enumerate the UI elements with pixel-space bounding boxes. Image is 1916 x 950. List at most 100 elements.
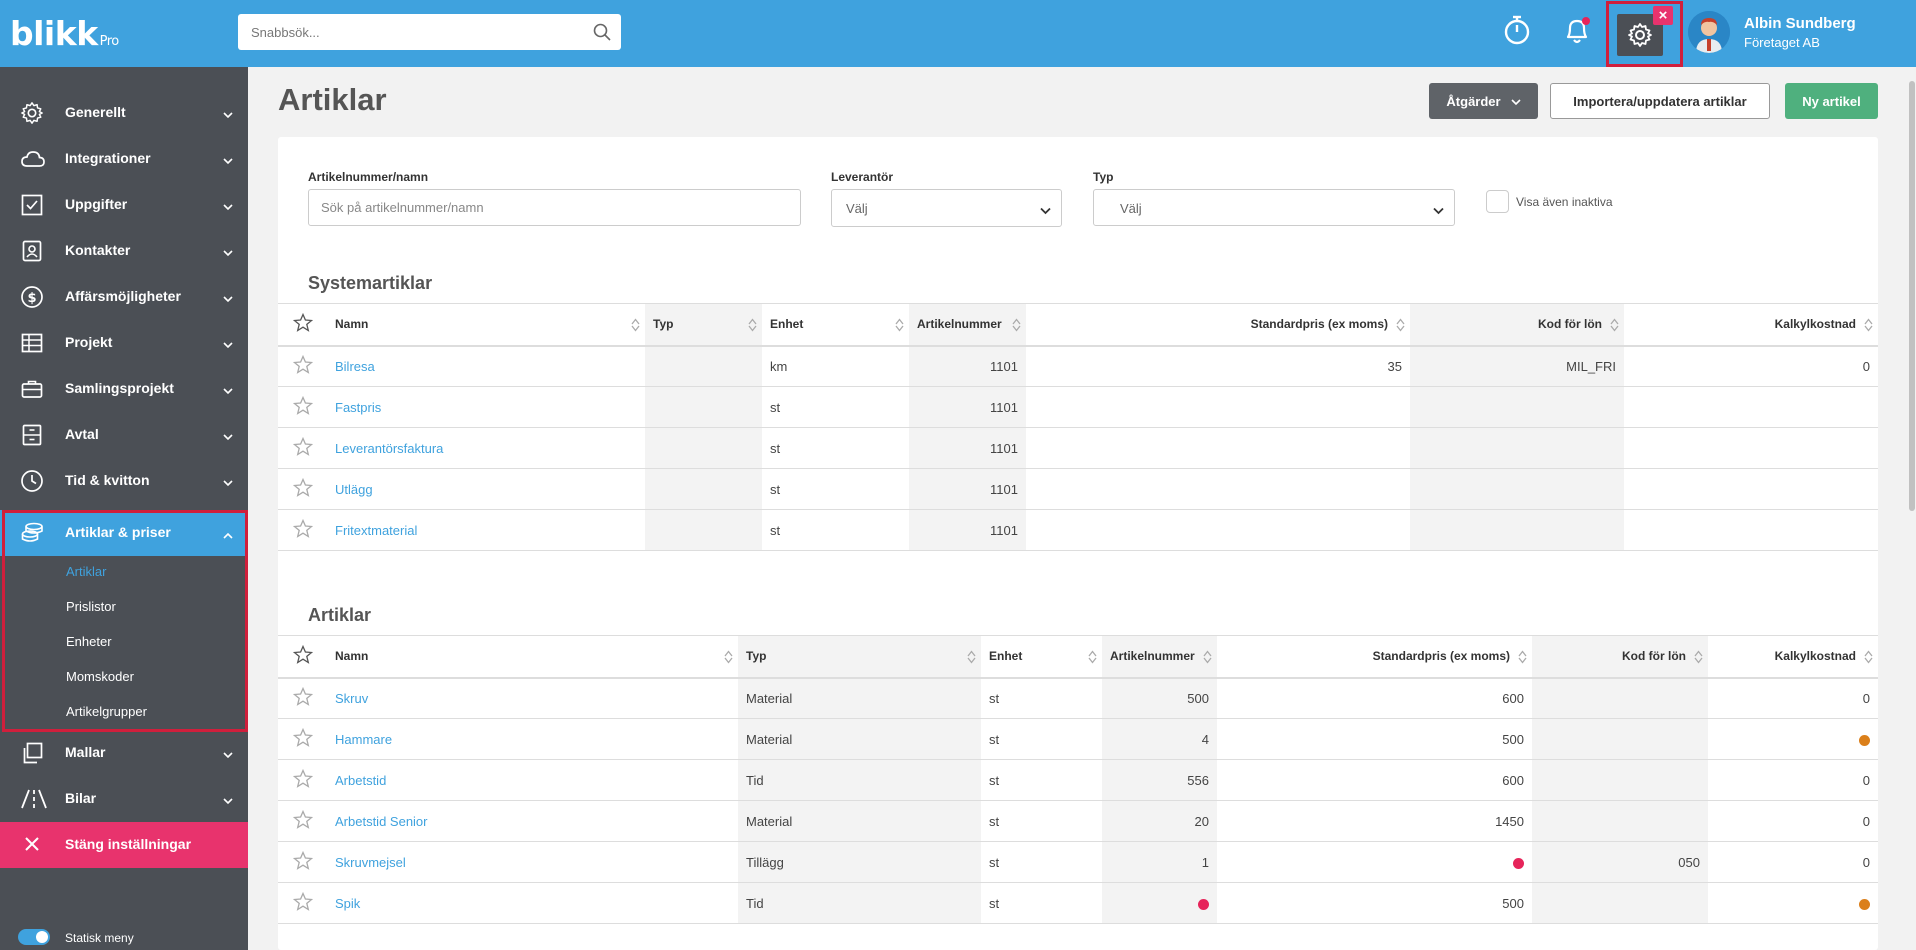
sort-icon [967,650,976,667]
timer-icon[interactable] [1502,14,1532,49]
favorite-toggle[interactable] [278,468,327,510]
table-row[interactable]: Fritextmaterial st 1101 [278,509,1878,551]
article-price-value: 1450 [1495,813,1524,829]
table-row[interactable]: Skruvmejsel Tillägg st 1 050 0 [278,841,1878,883]
article-name-link[interactable]: Utlägg [327,468,645,510]
status-dot [1859,898,1870,910]
article-name-link[interactable]: Leverantörsfaktura [327,427,645,469]
table-row[interactable]: Utlägg st 1101 [278,468,1878,510]
star-icon [292,395,313,415]
scrollbar-thumb[interactable] [1909,81,1915,511]
column-header-type[interactable]: Typ [645,303,762,347]
avatar[interactable] [1688,11,1730,53]
column-header-unit[interactable]: Enhet [981,635,1102,679]
close-settings-label: Stäng inställningar [65,836,192,852]
supplier-select[interactable]: Välj [831,189,1062,227]
column-header-name[interactable]: Namn [327,303,645,347]
favorite-toggle[interactable] [278,759,327,801]
article-name-link[interactable]: Arbetstid [327,759,738,801]
show-inactive-checkbox[interactable] [1486,190,1509,213]
article-name-link[interactable]: Bilresa [327,345,645,387]
briefcase-icon [20,377,44,404]
article-number-value: 1101 [990,440,1018,456]
type-select[interactable]: Välj [1093,189,1455,226]
table-row[interactable]: Arbetstid Senior Material st 20 1450 0 [278,800,1878,842]
static-menu-toggle[interactable] [18,929,50,945]
sort-icon [748,318,757,335]
article-name-link[interactable]: Skruv [327,677,738,719]
article-filter-label: Artikelnummer/namn [308,170,429,184]
column-header-unit[interactable]: Enhet [762,303,909,347]
article-name-link[interactable]: Hammare [327,718,738,760]
sidebar-item-uppgifter[interactable]: Uppgifter [0,182,248,228]
favorite-toggle[interactable] [278,841,327,883]
column-header-cost[interactable]: Kalkylkostnad [1708,635,1878,679]
article-cost: 0 [1624,345,1878,387]
page-title: Artiklar [278,82,387,117]
page-scrollbar[interactable] [1908,67,1916,950]
column-header-number[interactable]: Artikelnummer [909,303,1026,347]
quick-search-input[interactable] [238,14,568,50]
favorite-toggle[interactable] [278,882,327,924]
table-row[interactable]: Hammare Material st 4 500 [278,718,1878,760]
favorite-toggle[interactable] [278,677,327,719]
column-header-salary-code[interactable]: Kod för lön [1410,303,1624,347]
sidebar-item-projekt[interactable]: Projekt [0,320,248,366]
new-article-button[interactable]: Ny artikel [1785,83,1878,119]
sidebar-item-integrationer[interactable]: Integrationer [0,136,248,182]
article-name-link[interactable]: Skruvmejsel [327,841,738,883]
article-number-value: 20 [1194,813,1209,829]
column-header-label: Namn [335,317,369,332]
import-articles-button[interactable]: Importera/uppdatera artiklar [1550,83,1770,119]
article-name-link[interactable]: Fastpris [327,386,645,428]
sidebar-item-tid-kvitton[interactable]: Tid & kvitton [0,458,248,504]
article-name-link[interactable]: Fritextmaterial [327,509,645,551]
table-row[interactable]: Bilresa km 1101 35 MIL_FRI 0 [278,345,1878,387]
sort-icon [895,318,904,335]
article-cost-value: 0 [1862,854,1870,870]
favorite-toggle[interactable] [278,427,327,469]
column-header-price[interactable]: Standardpris (ex moms) [1026,303,1410,347]
sidebar-item-mallar[interactable]: Mallar [0,730,248,776]
article-search-input[interactable] [308,189,801,226]
table-row[interactable]: Leverantörsfaktura st 1101 [278,427,1878,469]
actions-dropdown-button[interactable]: Åtgärder [1429,83,1538,119]
article-type-value: Material [746,813,793,829]
favorite-column-header[interactable] [278,303,327,347]
column-header-name[interactable]: Namn [327,635,738,679]
user-name[interactable]: Albin Sundberg [1744,15,1856,32]
bell-icon[interactable] [1562,14,1592,49]
chevron-down-icon [223,382,233,398]
favorite-toggle[interactable] [278,345,327,387]
logo-text: blikk [10,14,98,53]
sidebar-item-affarsmojligheter[interactable]: $ Affärsmöjligheter [0,274,248,320]
favorite-toggle[interactable] [278,509,327,551]
column-header-cost[interactable]: Kalkylkostnad [1624,303,1878,347]
column-header-price[interactable]: Standardpris (ex moms) [1217,635,1532,679]
search-icon[interactable] [593,23,611,44]
sidebar-item-samlingsprojekt[interactable]: Samlingsprojekt [0,366,248,412]
column-header-type[interactable]: Typ [738,635,981,679]
column-header-salary-code[interactable]: Kod för lön [1532,635,1708,679]
close-settings-button[interactable]: Stäng inställningar [0,822,248,868]
favorite-toggle[interactable] [278,718,327,760]
table-row[interactable]: Skruv Material st 500 600 0 [278,677,1878,719]
table-row[interactable]: Arbetstid Tid st 556 600 0 [278,759,1878,801]
sidebar-item-generellt[interactable]: Generellt [0,90,248,136]
article-name-link[interactable]: Arbetstid Senior [327,800,738,842]
sidebar-item-label: Avtal [65,426,99,442]
sidebar-item-bilar[interactable]: Bilar [0,776,248,822]
logo[interactable]: blikk Pro [10,14,119,53]
table-row[interactable]: Spik Tid st 500 [278,882,1878,924]
table-row[interactable]: Fastpris st 1101 [278,386,1878,428]
star-icon [292,436,313,456]
sidebar-item-label: Tid & kvitton [65,472,150,488]
sidebar-item-kontakter[interactable]: Kontakter [0,228,248,274]
favorite-column-header[interactable] [278,635,327,679]
article-name-link[interactable]: Spik [327,882,738,924]
favorite-toggle[interactable] [278,800,327,842]
favorite-toggle[interactable] [278,386,327,428]
column-header-number[interactable]: Artikelnummer [1102,635,1217,679]
sidebar-item-avtal[interactable]: Avtal [0,412,248,458]
close-icon[interactable]: × [1653,6,1673,25]
